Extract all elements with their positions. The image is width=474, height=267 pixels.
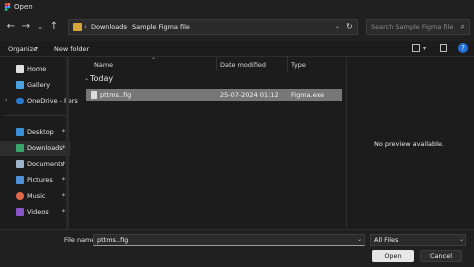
sidebar-item-documents[interactable]: Documents ✦ — [0, 157, 70, 172]
file-date: 25-07-2024 01:12 — [220, 91, 279, 99]
sidebar-item-label: OneDrive - Pers — [27, 97, 78, 105]
sidebar-item-label: Videos — [27, 208, 49, 216]
gallery-icon — [16, 81, 24, 89]
sidebar-item-label: Music — [27, 192, 46, 200]
navigation-pane: Home Gallery › OneDrive - Pers Desktop ✦… — [0, 57, 78, 229]
breadcrumb-downloads[interactable]: Downloads — [91, 23, 127, 31]
open-button[interactable]: Open — [372, 250, 414, 262]
group-header-today[interactable]: Today — [90, 74, 113, 83]
file-name-input[interactable]: pttms..fig — [93, 234, 365, 246]
help-icon[interactable]: ? — [458, 43, 468, 53]
filter-chevron-icon[interactable]: ⌄ — [459, 236, 464, 243]
search-input[interactable]: Search Sample Figma file — [371, 23, 453, 31]
window-title: Open — [14, 3, 33, 11]
sidebar-item-onedrive[interactable]: › OneDrive - Pers — [0, 94, 78, 109]
new-folder-button[interactable]: New folder — [54, 45, 89, 53]
home-icon — [16, 65, 24, 73]
up-arrow-icon[interactable]: ↑ — [48, 21, 60, 33]
column-divider[interactable] — [216, 57, 217, 71]
refresh-icon[interactable]: ↻ — [346, 22, 353, 31]
sidebar-item-label: Home — [27, 65, 47, 73]
desktop-icon — [16, 128, 24, 136]
expand-chevron-icon[interactable]: › — [5, 97, 7, 104]
column-divider[interactable] — [287, 57, 288, 71]
sidebar-item-pictures[interactable]: Pictures ✦ — [0, 173, 70, 188]
sidebar-item-label: Gallery — [27, 81, 51, 89]
forward-arrow-icon[interactable]: → — [20, 21, 32, 33]
preview-message: No preview available. — [374, 140, 444, 148]
file-icon — [91, 91, 97, 99]
sidebar-item-videos[interactable]: Videos ✦ — [0, 205, 70, 220]
column-header-name[interactable]: Name — [94, 61, 113, 69]
preview-pane: No preview available. — [346, 57, 474, 229]
pictures-icon — [16, 176, 24, 184]
group-collapse-chevron-icon[interactable]: ⌄ — [84, 75, 89, 82]
sidebar-item-label: Desktop — [27, 128, 54, 136]
music-icon — [16, 192, 24, 200]
sidebar-item-music[interactable]: Music ✦ — [0, 189, 70, 204]
view-options-icon[interactable] — [412, 44, 420, 52]
file-name-history-chevron-icon[interactable]: ⌄ — [357, 236, 362, 243]
sort-chevron-icon: ⌃ — [151, 57, 157, 64]
file-type: Figma.exe — [291, 91, 325, 99]
recent-locations-chevron-icon[interactable]: ⌄ — [34, 21, 46, 33]
sidebar-scrollbar[interactable] — [66, 57, 69, 229]
organize-button[interactable]: Organize — [8, 45, 37, 53]
sidebar-divider — [4, 115, 66, 116]
sidebar-item-downloads[interactable]: Downloads ✦ — [0, 141, 70, 156]
cancel-button[interactable]: Cancel — [420, 250, 462, 262]
preview-pane-icon[interactable] — [440, 44, 447, 52]
column-header-type[interactable]: Type — [291, 61, 306, 69]
file-row[interactable]: pttms..fig 25-07-2024 01:12 Figma.exe — [86, 89, 342, 101]
sidebar-item-label: Downloads — [27, 144, 63, 152]
documents-icon — [16, 160, 24, 168]
sidebar-item-home[interactable]: Home — [0, 62, 70, 77]
folder-icon — [73, 23, 82, 31]
file-type-filter[interactable]: All Files — [370, 234, 466, 246]
view-chevron-icon[interactable]: ▾ — [423, 45, 426, 52]
file-name: pttms..fig — [100, 91, 132, 99]
column-header-date[interactable]: Date modified — [220, 61, 266, 69]
address-bar[interactable]: › Downloads › Sample Figma file ⌄ ↻ — [68, 19, 358, 35]
search-box[interactable]: Search Sample Figma file ⌕ — [366, 19, 470, 35]
sidebar-item-gallery[interactable]: Gallery — [0, 78, 70, 93]
videos-icon — [16, 208, 24, 216]
breadcrumb-separator-icon: › — [84, 23, 87, 31]
back-arrow-icon[interactable]: ← — [5, 21, 17, 33]
download-icon — [16, 144, 24, 152]
search-icon: ⌕ — [460, 22, 465, 31]
figma-app-icon — [4, 3, 11, 11]
breadcrumb-separator-icon: › — [125, 23, 128, 31]
title-bar — [0, 0, 474, 14]
sidebar-item-label: Pictures — [27, 176, 53, 184]
address-history-chevron-icon[interactable]: ⌄ — [335, 23, 340, 30]
file-list: Name ⌃ Date modified Type ⌄ Today pttms.… — [84, 57, 344, 229]
organize-chevron-icon[interactable]: ▾ — [35, 45, 38, 52]
cloud-icon — [16, 98, 24, 104]
sidebar-item-desktop[interactable]: Desktop ✦ — [0, 125, 70, 140]
breadcrumb-sample-figma-file[interactable]: Sample Figma file — [132, 23, 190, 31]
sidebar-item-label: Documents — [27, 160, 65, 168]
dialog-footer: File name: pttms..fig ⌄ All Files ⌄ Open… — [0, 229, 474, 267]
